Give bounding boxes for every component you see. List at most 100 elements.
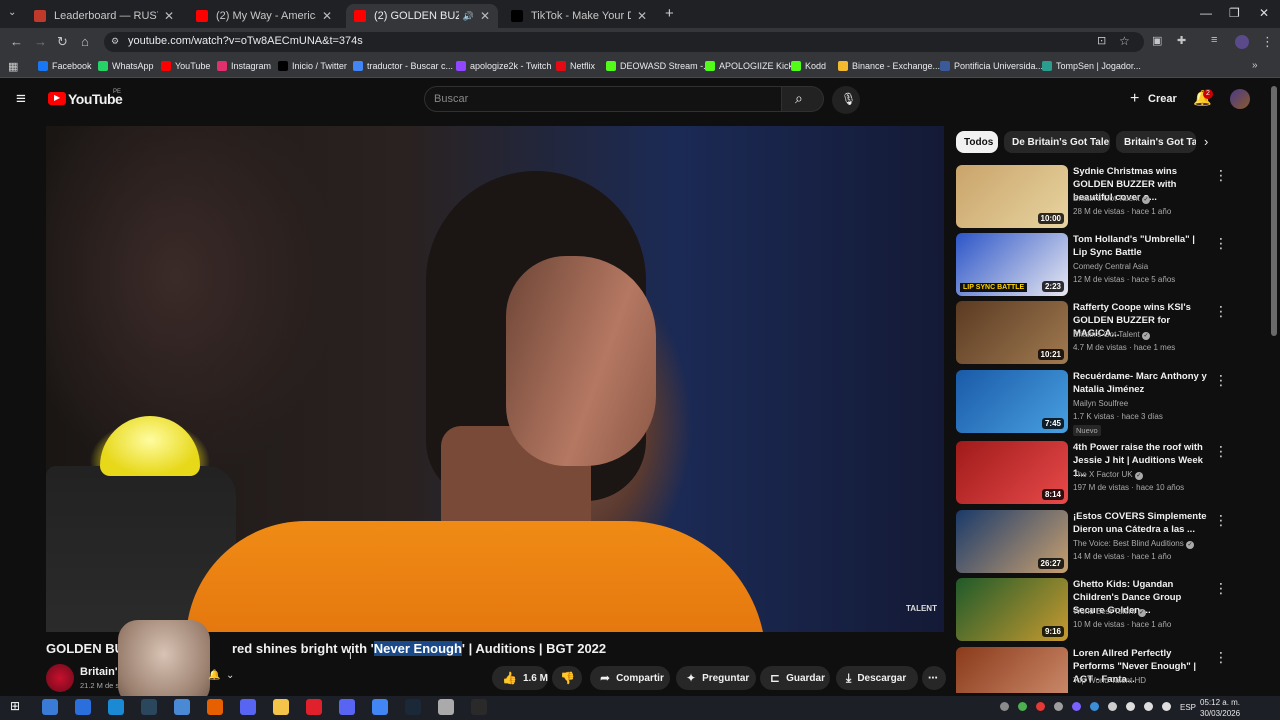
recommendation-channel[interactable]: Britain's Got Talent ✓ xyxy=(1073,194,1150,204)
video-thumbnail[interactable]: 9:16 xyxy=(956,578,1068,641)
video-thumbnail[interactable]: 10:21 xyxy=(956,301,1068,364)
bookmark-item[interactable]: WhatsApp xyxy=(98,61,154,71)
tray-icon[interactable] xyxy=(1162,702,1171,711)
filter-chip[interactable]: Britain's Got Ta xyxy=(1116,131,1196,153)
globe-icon[interactable] xyxy=(174,699,190,715)
tab-close-icon[interactable]: ✕ xyxy=(480,9,490,23)
recommendation-channel[interactable]: The X Factor UK ✓ xyxy=(1073,470,1143,480)
channel-avatar[interactable] xyxy=(46,664,74,692)
like-button[interactable]: 👍 1.6 M xyxy=(492,666,548,690)
steam-icon[interactable] xyxy=(141,699,157,715)
tray-icon[interactable] xyxy=(1018,702,1027,711)
bookmark-item[interactable]: DEOWASD Stream -... xyxy=(606,61,711,71)
tray-icon[interactable] xyxy=(1054,702,1063,711)
video-thumbnail[interactable]: 8:14 xyxy=(956,441,1068,504)
video-thumbnail[interactable]: LIP SYNC BATTLE 2:23 xyxy=(956,233,1068,296)
video-thumbnail[interactable]: 7:45 xyxy=(956,370,1068,433)
new-tab-icon[interactable]: + xyxy=(665,5,674,22)
steam-app-icon[interactable] xyxy=(405,699,421,715)
video-player[interactable]: TALENT xyxy=(46,126,944,632)
back-icon[interactable]: ← xyxy=(10,34,23,49)
recommendation-channel[interactable]: World Best Talent ✓ xyxy=(1073,607,1146,617)
forward-icon[interactable]: → xyxy=(34,34,47,49)
more-options-icon[interactable]: ⋮ xyxy=(1214,235,1228,252)
terminal-icon[interactable] xyxy=(471,699,487,715)
tray-icon[interactable] xyxy=(1072,702,1081,711)
recommendation-title[interactable]: Recuérdame- Marc Anthony y Natalia Jimén… xyxy=(1073,370,1211,396)
tray-icon[interactable] xyxy=(1000,702,1009,711)
recommendation-item[interactable]: 7:45 Recuérdame- Marc Anthony y Natalia J… xyxy=(956,370,1266,436)
recommendation-item[interactable]: Loren Allred Perfectly Performs "Never E… xyxy=(956,647,1266,693)
search-button[interactable] xyxy=(782,86,824,112)
recommendation-item[interactable]: 8:14 4th Power raise the roof with Jessie… xyxy=(956,441,1266,505)
save-button[interactable]: ⊏ Guardar xyxy=(760,666,830,690)
bookmark-item[interactable]: TompSen | Jogador... xyxy=(1042,61,1141,71)
more-options-icon[interactable]: ⋮ xyxy=(1214,580,1228,597)
browser-tab[interactable]: (2) My Way - America's Got Tal ✕ xyxy=(188,4,340,28)
ask-button[interactable]: ✦ Preguntar xyxy=(676,666,756,690)
tab-audio-icon[interactable]: 🔊 xyxy=(463,11,474,22)
browser-tab[interactable]: TikTok - Make Your Day ✕ xyxy=(503,4,655,28)
tab-search-icon[interactable]: ⌄ xyxy=(8,7,16,18)
browser-tab[interactable]: Leaderboard — RUSTERA.CO | ✕ xyxy=(26,4,182,28)
menu-icon[interactable]: ≡ xyxy=(16,89,26,109)
recommendation-channel[interactable]: Comedy Central Asia xyxy=(1073,262,1148,271)
chips-next-icon[interactable]: › xyxy=(1204,134,1208,149)
tray-icon[interactable] xyxy=(1144,702,1153,711)
bookmark-item[interactable]: apologize2k - Twitch xyxy=(456,61,551,71)
extensions-puzzle-icon[interactable]: ✚ xyxy=(1177,34,1186,47)
windows-copilot-icon[interactable] xyxy=(42,699,58,715)
tray-icon[interactable] xyxy=(1036,702,1045,711)
tray-icon[interactable] xyxy=(1126,702,1135,711)
more-options-icon[interactable]: ⋮ xyxy=(1214,443,1228,460)
tab-close-icon[interactable]: ✕ xyxy=(164,9,174,23)
tab-close-icon[interactable]: ✕ xyxy=(322,9,332,23)
apps-grid-icon[interactable]: ▦ xyxy=(8,60,18,73)
site-info-icon[interactable]: ⚙ xyxy=(111,36,119,47)
filter-chip[interactable]: Todos xyxy=(956,131,998,153)
recommendation-item[interactable]: LIP SYNC BATTLE 2:23 Tom Holland's "Umbrel… xyxy=(956,233,1266,297)
browser-tab[interactable]: (2) GOLDEN BUZZER! Loren 🔊 ✕ xyxy=(346,4,498,28)
bookmark-item[interactable]: Netflix xyxy=(556,61,595,71)
restore-icon[interactable]: ❐ xyxy=(1229,6,1240,20)
file-explorer-icon[interactable] xyxy=(273,699,289,715)
filter-chip[interactable]: De Britain's Got Talent xyxy=(1004,131,1110,153)
recommendation-item[interactable]: 9:16 Ghetto Kids: Ugandan Children's Danc… xyxy=(956,578,1266,642)
system-clock[interactable]: 05:12 a. m. 30/03/2026 xyxy=(1200,697,1240,719)
dislike-button[interactable]: 👎 xyxy=(552,666,582,690)
bookmark-item[interactable]: Instagram xyxy=(217,61,271,71)
more-options-icon[interactable]: ⋮ xyxy=(1214,372,1228,389)
recommendation-item[interactable]: 10:21 Rafferty Coope wins KSI's GOLDEN BU… xyxy=(956,301,1266,365)
subscribe-bell-icon[interactable]: 🔔 xyxy=(208,670,220,681)
firefox-icon[interactable] xyxy=(207,699,223,715)
recommendation-channel[interactable]: Britain's Got Talent ✓ xyxy=(1073,330,1150,340)
profile-avatar[interactable] xyxy=(1235,35,1249,49)
create-button[interactable]: Crear xyxy=(1148,93,1177,105)
reading-list-icon[interactable]: ≡ xyxy=(1211,34,1217,46)
opera-icon[interactable] xyxy=(306,699,322,715)
share-button[interactable]: ➦ Compartir xyxy=(590,666,670,690)
bookmark-item[interactable]: Kodd xyxy=(791,61,826,71)
install-icon[interactable]: ⊡ xyxy=(1097,34,1106,47)
more-options-icon[interactable]: ⋮ xyxy=(1214,303,1228,320)
extension-icon[interactable]: ▣ xyxy=(1152,34,1162,47)
recommendation-title[interactable]: Tom Holland's "Umbrella" | Lip Sync Batt… xyxy=(1073,233,1211,259)
home-icon[interactable]: ⌂ xyxy=(81,34,89,49)
bookmark-item[interactable]: Pontificia Universida... xyxy=(940,61,1043,71)
tray-icon[interactable] xyxy=(1090,702,1099,711)
more-bookmarks-icon[interactable]: » xyxy=(1252,60,1258,71)
close-window-icon[interactable]: ✕ xyxy=(1259,6,1269,20)
discord-app-icon[interactable] xyxy=(339,699,355,715)
url-text[interactable]: youtube.com/watch?v=oTw8AECmUNA&t=374s xyxy=(128,35,363,47)
edge-icon[interactable] xyxy=(108,699,124,715)
more-options-icon[interactable]: ⋮ xyxy=(1214,167,1228,184)
browser-menu-icon[interactable]: ⋮ xyxy=(1261,34,1274,50)
tab-close-icon[interactable]: ✕ xyxy=(637,9,647,23)
video-thumbnail[interactable]: 26:27 xyxy=(956,510,1068,573)
account-avatar[interactable] xyxy=(1230,89,1250,109)
tray-icon[interactable] xyxy=(1108,702,1117,711)
more-options-icon[interactable]: ⋮ xyxy=(1214,512,1228,529)
bookmark-item[interactable]: APOLOGIIZE Kick xyxy=(705,61,793,71)
chevron-down-icon[interactable]: ⌄ xyxy=(226,670,234,681)
bookmark-item[interactable]: Binance - Exchange... xyxy=(838,61,940,71)
